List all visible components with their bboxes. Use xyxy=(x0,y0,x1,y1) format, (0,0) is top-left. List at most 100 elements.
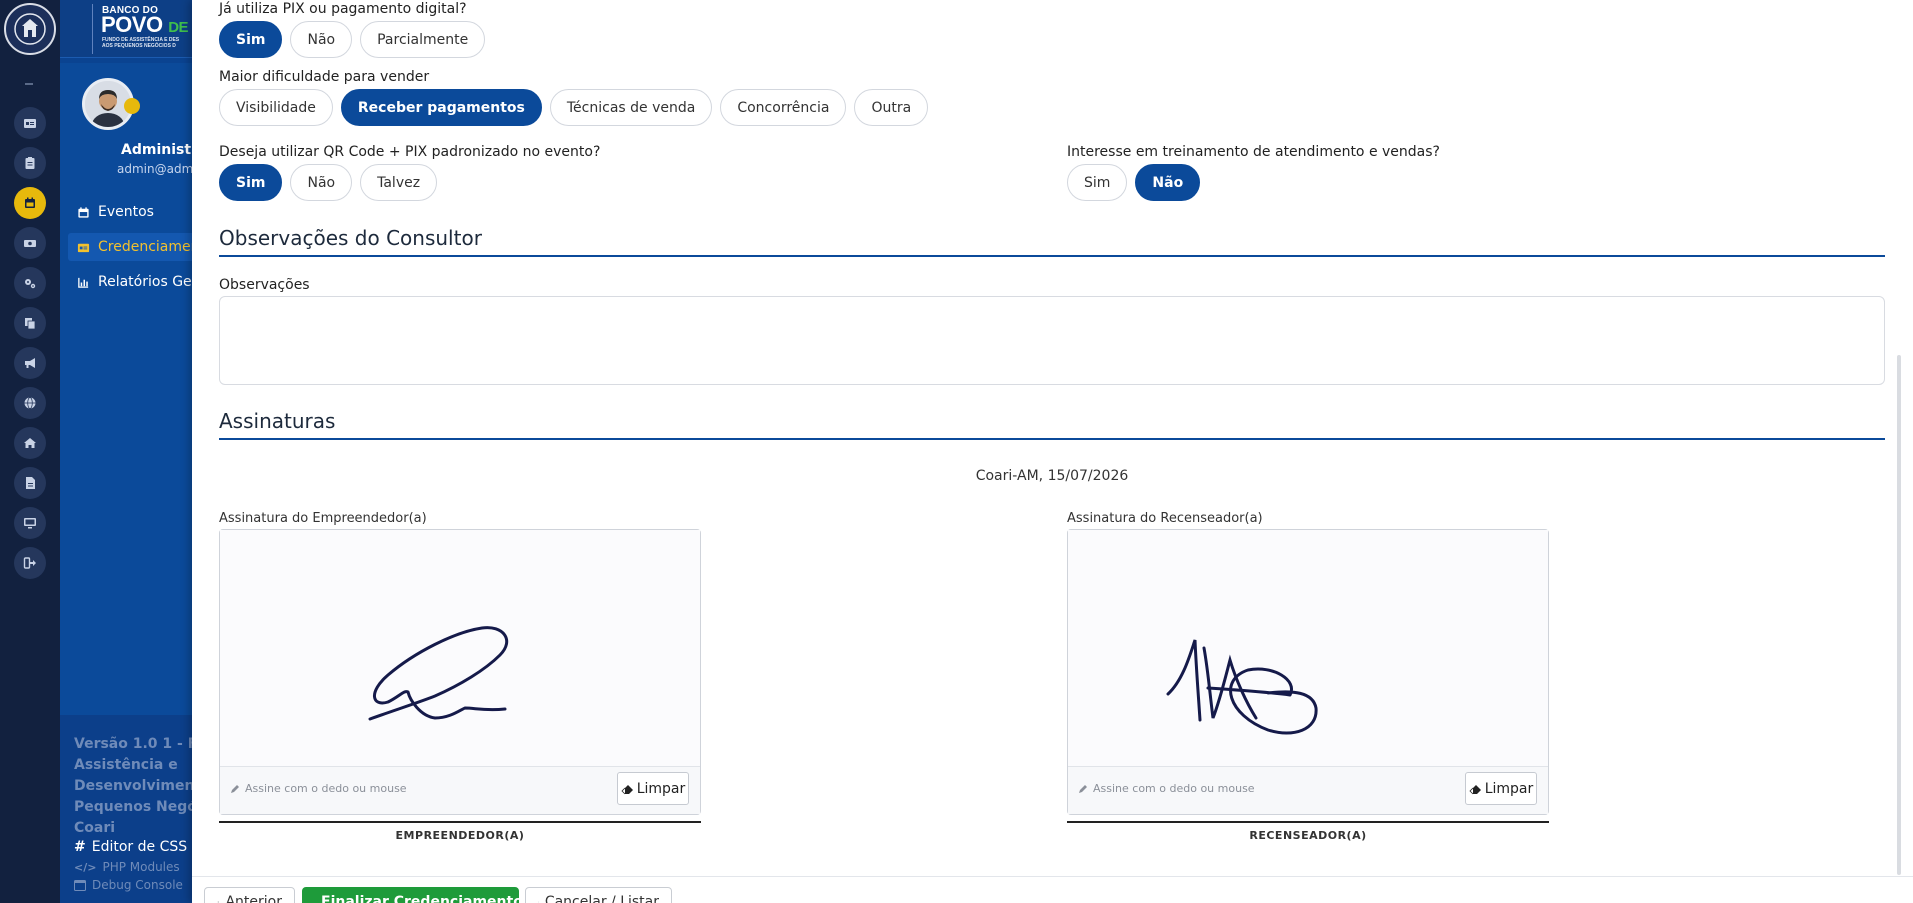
version-line: Pequenos Negócios de xyxy=(74,799,192,815)
difficulty-option-outra[interactable]: Outra xyxy=(854,89,929,126)
entrepreneur-signature-line xyxy=(219,821,701,823)
rail-calendar-icon[interactable] xyxy=(14,187,46,219)
training-option-sim[interactable]: Sim xyxy=(1067,164,1128,201)
census-signature-pad[interactable]: Assine com o dedo ou mouse Limpar xyxy=(1067,529,1549,815)
css-editor-label: Editor de CSS xyxy=(91,839,188,855)
sidebar-top-strip xyxy=(60,58,192,63)
php-modules-label: PHP Modules xyxy=(102,860,180,874)
signature-hint-text: Assine com o dedo ou mouse xyxy=(245,782,407,795)
signature-pad-footer: Assine com o dedo ou mouse Limpar xyxy=(220,766,700,814)
city-emblem-logo xyxy=(4,3,56,55)
entrepreneur-signature-pad[interactable]: Assine com o dedo ou mouse Limpar xyxy=(219,529,701,815)
rail-copy-icon[interactable] xyxy=(14,307,46,339)
rail-money-icon[interactable] xyxy=(14,227,46,259)
signature-pen-icon xyxy=(231,784,239,793)
pix-options: Sim Não Parcialmente xyxy=(219,21,486,58)
pix-option-parcialmente[interactable]: Parcialmente xyxy=(360,21,486,58)
clear-button-label: Limpar xyxy=(636,780,686,797)
sidebar-item-eventos[interactable]: Eventos xyxy=(68,198,192,226)
census-signature-label: Assinatura do Recenseador(a) xyxy=(1067,511,1263,526)
rail-divider xyxy=(25,83,33,85)
clear-button-label: Limpar xyxy=(1484,780,1534,797)
rail-logout-icon[interactable] xyxy=(14,547,46,579)
qr-option-nao[interactable]: Não xyxy=(290,164,353,201)
sidebar-item-credenciamento[interactable]: Credenciamento xyxy=(68,233,192,261)
clear-entrepreneur-signature-button[interactable]: Limpar xyxy=(617,772,689,805)
user-email: admin@admin.com xyxy=(117,162,192,176)
entrepreneur-signature-label: Assinatura do Empreendedor(a) xyxy=(219,511,427,526)
rail-document-icon[interactable] xyxy=(14,467,46,499)
rail-id-card-icon[interactable] xyxy=(14,107,46,139)
difficulty-option-receber-pagamentos[interactable]: Receber pagamentos xyxy=(340,89,542,126)
qr-options: Sim Não Talvez xyxy=(219,164,438,201)
rail-megaphone-icon[interactable] xyxy=(14,347,46,379)
finish-button[interactable]: Finalizar Credenciamento xyxy=(302,887,523,903)
pix-question-label: Já utiliza PIX ou pagamento digital? xyxy=(219,1,467,17)
css-editor-link[interactable]: # Editor de CSS xyxy=(74,839,187,855)
qr-question-label: Deseja utilizar QR Code + PIX padronizad… xyxy=(219,144,601,160)
difficulty-option-concorrencia[interactable]: Concorrência xyxy=(720,89,847,126)
rail-globe-icon[interactable] xyxy=(14,387,46,419)
hash-icon: # xyxy=(74,839,86,855)
brand-tagline: FUNDO DE ASSISTÊNCIA E DES AOS PEQUENOS N… xyxy=(102,37,179,49)
rail-monitor-icon[interactable] xyxy=(14,507,46,539)
rail-home-icon[interactable] xyxy=(14,427,46,459)
city-date: Coari-AM, 15/07/2026 xyxy=(975,468,1129,484)
census-signature-line xyxy=(1067,821,1549,823)
observations-textarea[interactable] xyxy=(219,296,1885,385)
clear-census-signature-button[interactable]: Limpar xyxy=(1465,772,1537,805)
signature-stroke xyxy=(368,626,508,721)
php-modules-link[interactable]: </> PHP Modules xyxy=(74,860,180,874)
rail-gears-icon[interactable] xyxy=(14,267,46,299)
brand-divider xyxy=(92,4,93,54)
sidebar-item-label: Eventos xyxy=(98,204,154,220)
debug-console-link[interactable]: Debug Console xyxy=(74,878,183,892)
icon-rail xyxy=(0,0,60,903)
cancel-list-button-label: Cancelar / Listar xyxy=(544,894,659,903)
difficulty-option-tecnicas-de-venda[interactable]: Técnicas de venda xyxy=(549,89,713,126)
qr-option-talvez[interactable]: Talvez xyxy=(360,164,438,201)
section-divider xyxy=(219,438,1885,440)
page-scrollbar[interactable] xyxy=(1897,355,1901,875)
brand-tagline-2: AOS PEQUENOS NEGÓCIOS D xyxy=(102,43,176,49)
list-icon xyxy=(538,901,539,903)
version-line: Assistência e xyxy=(74,757,178,773)
training-options: Sim Não xyxy=(1067,164,1201,201)
entrepreneur-caption: EMPREENDEDOR(A) xyxy=(395,829,525,842)
prev-button[interactable]: Anterior xyxy=(204,887,295,903)
rail-clipboard-icon[interactable] xyxy=(14,147,46,179)
difficulty-question-label: Maior dificuldade para vender xyxy=(219,69,430,85)
signature-pen-icon xyxy=(1079,784,1087,793)
entrepreneur-signature-canvas[interactable] xyxy=(220,530,700,766)
terminal-icon xyxy=(74,879,86,891)
brand-de: DE xyxy=(168,19,189,36)
calendar-icon xyxy=(78,206,89,218)
section-divider xyxy=(219,255,1885,257)
signature-hint-text: Assine com o dedo ou mouse xyxy=(1093,782,1255,795)
sidebar-nav: Eventos Credenciamento Relatórios Gerais xyxy=(60,198,192,298)
chart-icon xyxy=(78,277,89,288)
emblem-icon xyxy=(14,13,46,45)
brand-povo: POVO xyxy=(101,12,163,37)
eraser-icon xyxy=(621,784,633,794)
pix-option-sim[interactable]: Sim xyxy=(219,21,283,58)
signature-hint: Assine com o dedo ou mouse xyxy=(1078,782,1255,795)
cancel-list-button[interactable]: Cancelar / Listar xyxy=(525,887,672,903)
difficulty-options: Visibilidade Receber pagamentos Técnicas… xyxy=(219,89,929,126)
brand-header: BANCO DO POVO DE FUNDO DE ASSISTÊNCIA E … xyxy=(60,0,192,58)
training-option-nao[interactable]: Não xyxy=(1135,164,1201,201)
finish-button-label: Finalizar Credenciamento xyxy=(321,894,523,903)
signatures-section-title: Assinaturas xyxy=(219,409,336,433)
difficulty-option-visibilidade[interactable]: Visibilidade xyxy=(219,89,333,126)
chevron-left-icon xyxy=(217,901,219,903)
sidebar-item-relatorios[interactable]: Relatórios Gerais xyxy=(68,268,192,296)
user-info: Administrador admin@admin.com xyxy=(60,140,192,185)
census-signature-canvas[interactable] xyxy=(1068,530,1548,766)
signature-hint: Assine com o dedo ou mouse xyxy=(230,782,407,795)
status-dot xyxy=(124,98,140,114)
main-panel: Já utiliza PIX ou pagamento digital? Sim… xyxy=(192,0,1913,903)
qr-option-sim[interactable]: Sim xyxy=(219,164,283,201)
id-card-icon xyxy=(77,243,90,252)
version-line: Desenvolvimento aos xyxy=(74,778,192,794)
pix-option-nao[interactable]: Não xyxy=(290,21,353,58)
